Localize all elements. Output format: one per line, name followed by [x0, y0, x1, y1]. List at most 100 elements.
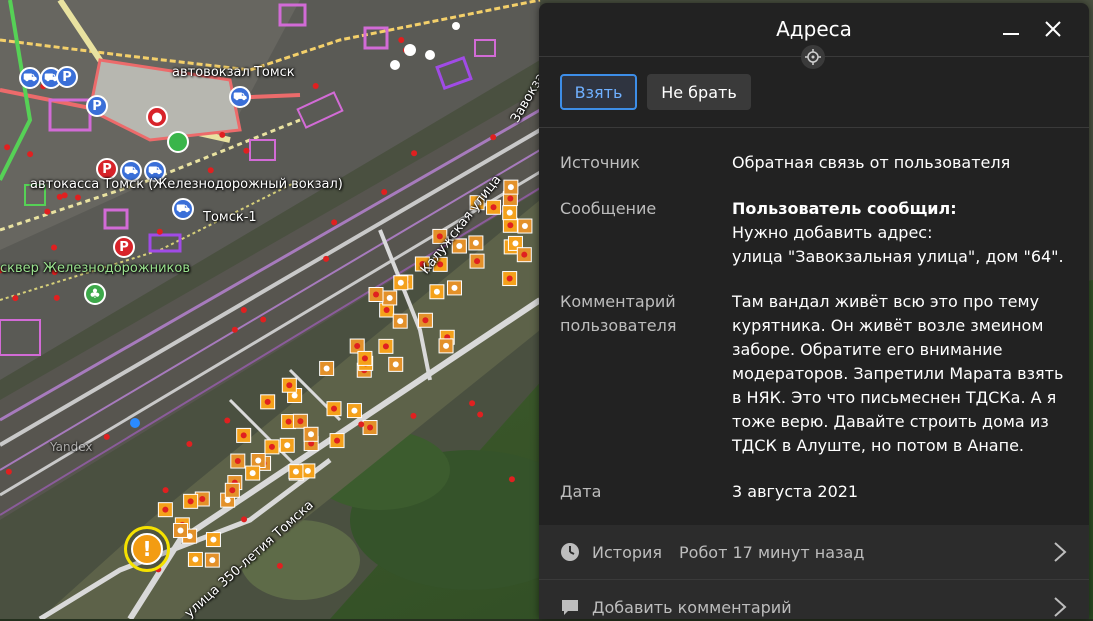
add-comment-row[interactable]: Добавить комментарий — [539, 580, 1089, 619]
house-marker-dot — [456, 243, 463, 250]
house-marker-dot — [373, 291, 380, 298]
address-dot — [12, 295, 19, 302]
address-dot — [490, 134, 497, 141]
house-marker-dot — [162, 506, 169, 513]
house-marker-dot — [521, 251, 528, 258]
address-dot — [219, 131, 226, 138]
house-marker-dot — [490, 204, 497, 211]
comment-value: Там вандал живёт всю это про тему курятн… — [732, 292, 1064, 455]
address-dot — [51, 244, 58, 251]
address-dot — [243, 147, 250, 154]
house-marker-dot — [177, 527, 184, 534]
house-marker-dot — [367, 424, 374, 431]
map-label-ticket-office[interactable]: автокасса Томск (Железнодорожный вокзал) — [30, 177, 343, 192]
house-marker-dot — [192, 556, 199, 563]
address-dot — [323, 255, 330, 262]
map-label-square[interactable]: сквер Железнодорожников — [0, 261, 190, 276]
address-dot — [276, 562, 283, 569]
date-label: Дата — [560, 482, 602, 501]
address-dot — [358, 421, 365, 428]
comment-label-line-1: Комментарий — [560, 292, 676, 311]
house-marker-dot — [297, 418, 304, 425]
address-dot — [398, 37, 405, 44]
comment-label-line-2: пользователя — [560, 316, 677, 335]
address-dot — [162, 487, 169, 494]
message-line-3: улица "Завокзальная улица", дом "64". — [732, 247, 1064, 266]
address-dot — [4, 144, 11, 151]
house-marker-dot — [292, 468, 299, 475]
address-panel: Адреса Взять Не брать Источник Обратная с… — [539, 3, 1089, 619]
address-dot — [224, 417, 231, 424]
metro-marker-icon[interactable]: ● — [146, 106, 168, 128]
parking-icon[interactable]: P — [86, 95, 108, 117]
house-marker-dot — [249, 470, 256, 477]
address-dot — [186, 440, 193, 447]
take-button[interactable]: Взять — [560, 74, 637, 110]
address-dot — [56, 193, 63, 200]
message-label: Сообщение — [560, 199, 657, 218]
bus-station-icon[interactable]: ⛟ — [229, 86, 251, 108]
chevron-right-icon — [1054, 597, 1067, 617]
skip-button[interactable]: Не брать — [647, 74, 751, 110]
close-button[interactable] — [1039, 15, 1067, 43]
house-marker-dot — [472, 239, 479, 246]
add-comment-label: Добавить комментарий — [592, 597, 792, 617]
house-marker-dot — [331, 405, 338, 412]
minimize-icon — [1003, 33, 1019, 35]
house-marker-dot — [397, 279, 404, 286]
crosshair-icon — [805, 49, 821, 65]
house-marker-dot — [240, 432, 247, 439]
house-marker-dot — [392, 361, 399, 368]
message-line-2: Нужно добавить адрес: — [732, 223, 933, 242]
house-marker-dot — [507, 222, 514, 229]
house-marker-dot — [361, 355, 368, 362]
house-marker-dot — [268, 443, 275, 450]
house-marker-dot — [382, 343, 389, 350]
address-dot — [231, 326, 238, 333]
address-dot — [156, 228, 163, 235]
address-dot — [411, 150, 418, 157]
map-label-station[interactable]: Томск-1 — [203, 210, 257, 225]
comment-label: Комментарий пользователя — [560, 290, 676, 338]
history-row[interactable]: История Робот 17 минут назад — [539, 525, 1089, 579]
house-marker-dot — [286, 382, 293, 389]
house-marker-dot — [323, 365, 330, 372]
divider — [539, 127, 1089, 128]
address-dot — [410, 412, 417, 419]
address-dot — [240, 306, 247, 313]
house-marker-dot — [209, 557, 216, 564]
history-label: История — [592, 542, 663, 562]
park-tree-icon[interactable]: ♣ — [84, 283, 106, 305]
house-marker-dot — [383, 307, 390, 314]
address-dot — [103, 433, 110, 440]
house-marker-dot — [285, 418, 292, 425]
map-label-bus-station[interactable]: автовокзал Томск — [172, 65, 295, 80]
bus-stop-icon[interactable]: ⛟ — [19, 67, 41, 89]
house-marker-dot — [433, 288, 440, 295]
house-marker-dot — [291, 392, 298, 399]
clock-icon — [561, 543, 579, 561]
address-dot — [5, 468, 12, 475]
house-marker-dot — [308, 431, 315, 438]
address-dot — [312, 83, 319, 90]
house-marker-dot — [512, 240, 519, 247]
house-marker-dot — [199, 495, 206, 502]
parking-icon[interactable]: P — [56, 66, 78, 88]
parking-red-icon[interactable]: P — [113, 236, 135, 258]
house-marker-dot — [386, 294, 393, 301]
address-dot — [477, 411, 484, 418]
address-dot — [74, 194, 81, 201]
locate-button[interactable] — [801, 45, 825, 69]
address-dot — [53, 294, 60, 301]
house-marker-dot — [397, 318, 404, 325]
house-marker-dot — [210, 536, 217, 543]
minimize-button[interactable] — [997, 15, 1025, 43]
source-value: Обратная связь от пользователя — [732, 153, 1011, 172]
address-dot — [260, 316, 267, 323]
house-marker-dot — [304, 467, 311, 474]
train-station-icon[interactable]: ⛟ — [172, 198, 194, 220]
alert-marker[interactable]: ! — [124, 526, 170, 572]
house-marker-dot — [224, 497, 231, 504]
address-dot — [27, 151, 34, 158]
house-marker-dot — [284, 442, 291, 449]
